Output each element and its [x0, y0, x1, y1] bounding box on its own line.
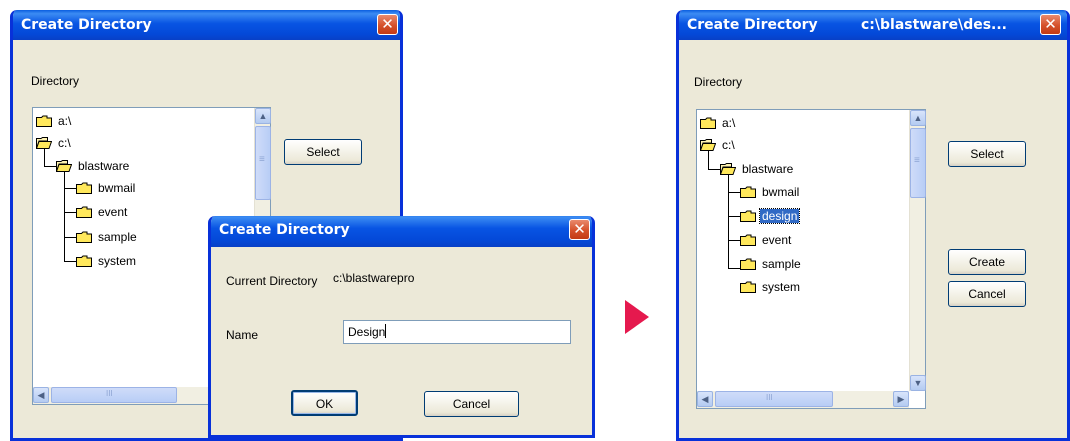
tree-item-label: bwmail: [762, 185, 800, 199]
tree-item-c-drive[interactable]: c:\: [36, 134, 73, 152]
tree-item-label: a:\: [58, 114, 72, 128]
tree-item-design-selected[interactable]: design: [740, 207, 801, 225]
tree-item-label: a:\: [722, 116, 736, 130]
current-directory-label: Current Directory: [226, 274, 318, 288]
folder-closed-icon: [700, 117, 716, 129]
name-input-value: Design: [348, 325, 386, 339]
scroll-right-icon[interactable]: ▶: [893, 391, 909, 407]
folder-closed-icon: [740, 186, 756, 198]
create-directory-popup: Create Directory ✕ Current Directory c:\…: [208, 216, 595, 438]
right-cancel-button[interactable]: Cancel: [948, 281, 1026, 307]
tree-item-label: event: [762, 233, 792, 247]
scroll-grip-icon: III: [766, 393, 773, 402]
tree-item-system[interactable]: system: [76, 252, 138, 270]
tree-item-label: event: [98, 205, 128, 219]
left-select-button[interactable]: Select: [284, 139, 362, 165]
left-dialog-titlebar[interactable]: Create Directory: [13, 10, 400, 40]
folder-closed-icon: [76, 206, 92, 218]
name-label: Name: [226, 328, 259, 342]
tree-item-sample[interactable]: sample: [740, 255, 803, 273]
popup-titlebar[interactable]: Create Directory: [211, 216, 592, 247]
folder-open-icon: [56, 160, 72, 172]
right-dialog-title-path: c:\blastware\des...: [861, 17, 1008, 33]
right-tree-horizontal-scrollbar[interactable]: ◀ III ▶: [697, 391, 909, 408]
scroll-grip-icon: III: [106, 389, 113, 398]
right-dialog-close-icon[interactable]: ✕: [1040, 14, 1061, 35]
folder-closed-icon: [76, 255, 92, 267]
popup-close-icon[interactable]: ✕: [569, 219, 590, 240]
left-dialog-close-icon[interactable]: ✕: [377, 14, 398, 35]
scroll-grip-icon: ≡: [259, 154, 265, 165]
left-tree-horizontal-scrollbar[interactable]: ◀ III: [33, 387, 233, 404]
tree-connector: [64, 172, 65, 262]
tree-item-label: system: [762, 280, 801, 294]
name-input[interactable]: Design: [343, 320, 571, 344]
tree-item-bwmail[interactable]: bwmail: [76, 179, 137, 197]
folder-closed-icon: [740, 258, 756, 270]
tree-item-label: blastware: [742, 162, 794, 176]
tree-item-bwmail[interactable]: bwmail: [740, 183, 801, 201]
tree-item-sample[interactable]: sample: [76, 228, 139, 246]
scroll-thumb[interactable]: ≡: [910, 128, 926, 198]
right-directory-tree[interactable]: a:\ c:\ blastware bwmail design event sa…: [696, 109, 926, 409]
tree-item-system[interactable]: system: [740, 278, 802, 296]
tree-item-a-drive[interactable]: a:\: [36, 112, 73, 130]
folder-open-icon: [720, 163, 736, 175]
scroll-left-icon[interactable]: ◀: [33, 387, 49, 403]
scroll-left-icon[interactable]: ◀: [697, 391, 713, 407]
tree-item-label: sample: [762, 257, 801, 271]
scroll-up-icon[interactable]: ▲: [910, 110, 926, 126]
right-directory-label: Directory: [694, 75, 743, 89]
right-tree-vertical-scrollbar[interactable]: ▲ ≡ ▼: [909, 110, 926, 391]
folder-closed-icon: [740, 234, 756, 246]
scroll-thumb[interactable]: III: [51, 387, 177, 403]
tree-item-label: system: [98, 254, 137, 268]
left-dialog-title: Create Directory: [21, 17, 152, 33]
tree-item-blastware[interactable]: blastware: [56, 157, 131, 175]
folder-closed-icon: [740, 210, 756, 222]
scroll-grip-icon: ≡: [914, 155, 920, 166]
tree-item-blastware[interactable]: blastware: [720, 160, 795, 178]
folder-closed-icon: [76, 182, 92, 194]
tree-item-label: c:\: [722, 138, 735, 152]
tree-item-c-drive[interactable]: c:\: [700, 136, 737, 154]
folder-closed-icon: [76, 231, 92, 243]
tree-item-event[interactable]: event: [740, 231, 793, 249]
popup-title: Create Directory: [219, 222, 350, 238]
right-dialog-titlebar[interactable]: Create Directory c:\blastware\des...: [679, 10, 1067, 40]
scroll-down-icon[interactable]: ▼: [910, 375, 926, 391]
tree-item-a-drive[interactable]: a:\: [700, 114, 737, 132]
scroll-thumb[interactable]: ≡: [255, 126, 271, 200]
folder-closed-icon: [740, 281, 756, 293]
transition-arrow-icon: [625, 300, 649, 334]
create-button[interactable]: Create: [948, 249, 1026, 275]
left-directory-label: Directory: [31, 74, 80, 88]
scroll-thumb[interactable]: III: [715, 391, 833, 407]
right-dialog-title: Create Directory: [687, 17, 818, 33]
tree-item-label: bwmail: [98, 181, 136, 195]
right-select-button[interactable]: Select: [948, 141, 1026, 167]
ok-button[interactable]: OK: [291, 390, 358, 416]
tree-item-label: sample: [98, 230, 137, 244]
scroll-up-icon[interactable]: ▲: [255, 108, 271, 124]
tree-connector: [728, 175, 729, 269]
tree-item-event[interactable]: event: [76, 203, 129, 221]
tree-connector: [44, 148, 45, 166]
current-directory-value: c:\blastwarepro: [333, 271, 415, 285]
text-caret: [385, 324, 387, 338]
right-create-directory-dialog: Create Directory c:\blastware\des... ✕ D…: [676, 10, 1070, 441]
tree-item-label: blastware: [78, 159, 130, 173]
tree-item-label: c:\: [58, 136, 71, 150]
popup-cancel-button[interactable]: Cancel: [424, 391, 519, 417]
folder-closed-icon: [36, 115, 52, 127]
tree-connector: [708, 150, 709, 169]
tree-item-label: design: [758, 208, 801, 224]
